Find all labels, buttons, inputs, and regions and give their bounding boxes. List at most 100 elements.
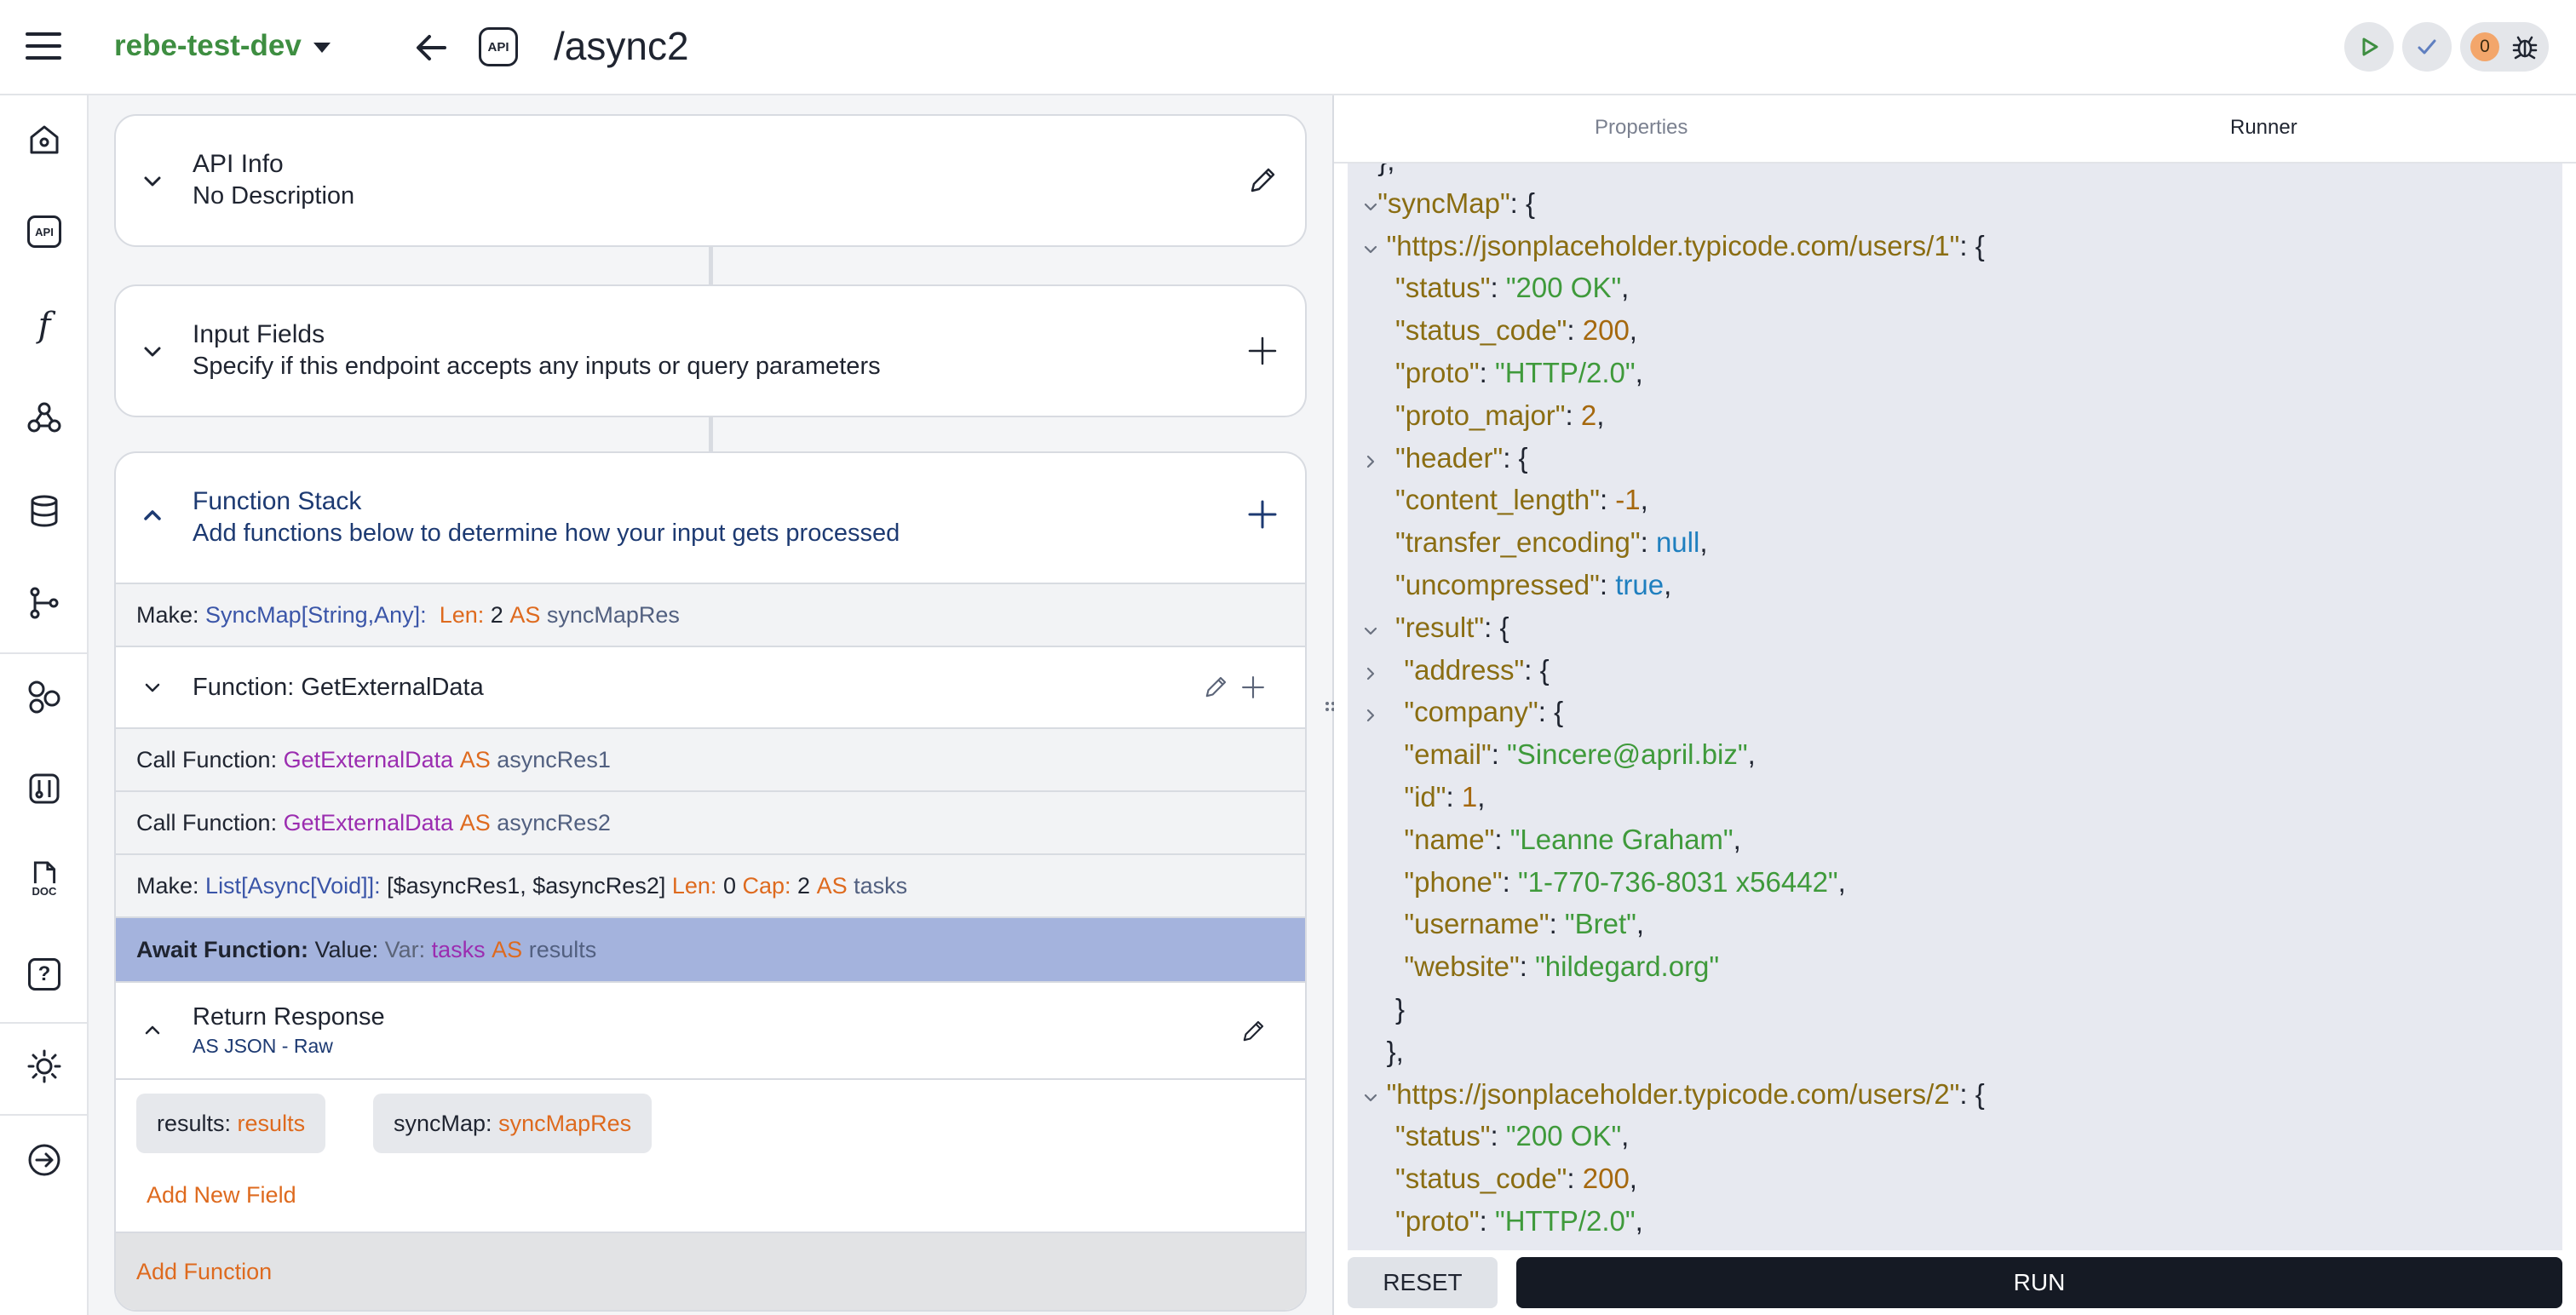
return-field-chip[interactable]: results: results bbox=[136, 1094, 326, 1153]
api-icon[interactable]: API bbox=[26, 213, 63, 250]
stack-row-await-function[interactable]: Await Function: Value: Var: tasks AS res… bbox=[116, 916, 1305, 981]
api-info-title: API Info bbox=[193, 150, 284, 178]
chevron-right-icon[interactable] bbox=[1361, 706, 1380, 725]
check-icon[interactable] bbox=[2402, 22, 2452, 72]
json-key: "header" bbox=[1395, 441, 1504, 474]
json-key: "status" bbox=[1395, 1120, 1491, 1152]
bug-icon bbox=[2512, 36, 2538, 60]
chevron-down-icon[interactable] bbox=[141, 170, 164, 192]
plus-icon[interactable] bbox=[1239, 673, 1268, 708]
run-icon[interactable] bbox=[2344, 22, 2394, 72]
help-icon[interactable]: ? bbox=[26, 956, 63, 993]
json-punct: : bbox=[1446, 781, 1462, 813]
chevron-right-icon[interactable] bbox=[1361, 452, 1380, 471]
theme-icon[interactable] bbox=[26, 1048, 63, 1085]
doc-icon[interactable]: DOC bbox=[26, 860, 63, 898]
edit-icon[interactable] bbox=[1201, 673, 1230, 708]
json-line: } bbox=[1395, 993, 1405, 1034]
api-info-card[interactable]: API Info No Description bbox=[114, 114, 1307, 247]
edit-icon[interactable] bbox=[1245, 164, 1279, 198]
chevron-down-icon[interactable] bbox=[1361, 198, 1380, 216]
json-punct: : { bbox=[1538, 696, 1564, 728]
add-input-icon[interactable] bbox=[1245, 334, 1279, 368]
json-key: "email" bbox=[1404, 738, 1492, 771]
add-new-field-link[interactable]: Add New Field bbox=[147, 1182, 296, 1209]
json-key: "proto" bbox=[1395, 1205, 1480, 1237]
menu-icon[interactable] bbox=[26, 32, 61, 61]
json-value: 2 bbox=[1581, 1248, 1596, 1250]
json-key: "content_length" bbox=[1395, 484, 1600, 516]
json-punct: : { bbox=[1524, 653, 1550, 686]
chevron-down-icon[interactable] bbox=[1361, 240, 1380, 259]
json-punct: , bbox=[1629, 314, 1637, 347]
function-icon[interactable]: f bbox=[26, 306, 63, 345]
chevron-down-icon[interactable] bbox=[141, 341, 164, 363]
function-stack-card: Function Stack Add functions below to de… bbox=[114, 451, 1307, 1312]
stack-row-function-group[interactable]: Function: GetExternalData bbox=[116, 646, 1305, 727]
tab-runner[interactable]: Runner bbox=[2230, 116, 2297, 140]
top-bar: rebe-test-dev API /async2 0 bbox=[0, 0, 2576, 95]
json-punct: , bbox=[1596, 399, 1605, 431]
json-punct: : bbox=[1566, 1248, 1581, 1250]
json-line: "proto": "HTTP/2.0", bbox=[1395, 357, 1643, 398]
tab-properties[interactable]: Properties bbox=[1595, 116, 1688, 140]
caret-down-icon bbox=[313, 43, 331, 53]
chevron-down-icon[interactable] bbox=[1361, 622, 1380, 640]
stack-row-call-function-1[interactable]: Call Function: GetExternalData AS asyncR… bbox=[116, 727, 1305, 790]
home-icon[interactable] bbox=[26, 121, 63, 158]
return-field-chip[interactable]: syncMap: syncMapRes bbox=[373, 1094, 653, 1153]
debug-button[interactable]: 0 bbox=[2460, 22, 2549, 72]
json-punct: : bbox=[1479, 1205, 1495, 1237]
sidebar: API f DOC ? bbox=[0, 95, 89, 1315]
json-key: "uncompressed" bbox=[1395, 569, 1600, 600]
json-punct: : bbox=[1565, 399, 1581, 431]
chevron-down-icon[interactable] bbox=[143, 678, 162, 697]
json-line: "https://jsonplaceholder.typicode.com/us… bbox=[1387, 1078, 1985, 1119]
json-value: 200 bbox=[1582, 314, 1630, 347]
chevron-right-icon[interactable] bbox=[1361, 664, 1380, 683]
git-branch-icon[interactable] bbox=[26, 584, 63, 622]
sidebar-item-label: ? bbox=[28, 958, 60, 991]
json-key: "status_code" bbox=[1395, 314, 1567, 347]
chevron-down-icon[interactable] bbox=[1361, 1088, 1380, 1107]
add-function-link[interactable]: Add Function bbox=[136, 1259, 272, 1285]
json-punct: : bbox=[1549, 908, 1565, 940]
json-punct: }, bbox=[1377, 164, 1394, 176]
json-punct: : bbox=[1519, 950, 1536, 983]
json-punct: , bbox=[1477, 781, 1486, 813]
json-punct: } bbox=[1395, 993, 1406, 1025]
sidebar-item-label: API bbox=[27, 215, 61, 248]
sidebar-item-label: DOC bbox=[32, 885, 57, 898]
shapes-icon[interactable] bbox=[26, 678, 63, 715]
back-arrow-icon[interactable] bbox=[412, 29, 450, 66]
database-icon[interactable] bbox=[26, 492, 63, 530]
edit-icon[interactable] bbox=[1239, 1017, 1268, 1052]
function-stack-description: Add functions below to determine how you… bbox=[193, 520, 900, 547]
json-value: 2 bbox=[1580, 399, 1597, 431]
chevron-up-icon[interactable] bbox=[143, 1021, 162, 1040]
json-punct: , bbox=[1636, 908, 1645, 940]
webhook-icon[interactable] bbox=[26, 399, 63, 436]
json-line: "company": { bbox=[1404, 696, 1563, 737]
json-line: }, bbox=[1387, 1036, 1404, 1077]
return-response-title: Return Response bbox=[193, 1003, 385, 1031]
json-line: "phone": "1-770-736-8031 x56442", bbox=[1404, 866, 1845, 907]
json-line: "https://jsonplaceholder.typicode.com/us… bbox=[1387, 230, 1985, 271]
api-icon: API bbox=[479, 27, 518, 66]
input-fields-card[interactable]: Input Fields Specify if this endpoint ac… bbox=[114, 284, 1307, 417]
stack-row-make-list[interactable]: Make: List[Async[Void]]: [$asyncRes1, $a… bbox=[116, 853, 1305, 916]
chevron-up-icon[interactable] bbox=[141, 504, 164, 526]
json-value: -1 bbox=[1615, 484, 1641, 516]
reset-button[interactable]: RESET bbox=[1348, 1257, 1498, 1308]
json-line: "status_code": 200, bbox=[1395, 314, 1637, 355]
collapse-icon[interactable] bbox=[26, 1141, 63, 1179]
add-function-icon[interactable] bbox=[1245, 497, 1279, 531]
json-output[interactable]: },"syncMap": {"https://jsonplaceholder.t… bbox=[1348, 164, 2562, 1250]
tests-icon[interactable] bbox=[26, 770, 63, 807]
run-button[interactable]: RUN bbox=[1516, 1257, 2562, 1308]
project-selector[interactable]: rebe-test-dev bbox=[114, 29, 331, 63]
stack-row-return-response[interactable]: Return Response AS JSON - Raw bbox=[116, 981, 1305, 1078]
json-punct: : bbox=[1599, 484, 1616, 516]
stack-row-call-function-2[interactable]: Call Function: GetExternalData AS asyncR… bbox=[116, 790, 1305, 853]
stack-row-make-syncmap[interactable]: Make: SyncMap[String,Any]: Len: 2 AS syn… bbox=[116, 583, 1305, 646]
